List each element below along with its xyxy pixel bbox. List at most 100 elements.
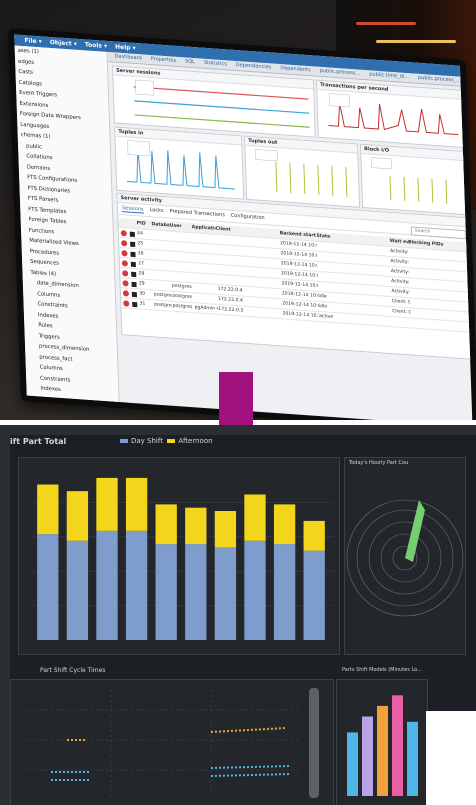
terminate-icon[interactable] <box>131 291 137 297</box>
activity-tab-1[interactable]: Locks <box>150 207 164 215</box>
cancel-query-icon[interactable] <box>121 249 128 257</box>
bar-afternoon <box>155 504 177 545</box>
cell: Activity: BgWriterMain <box>390 258 409 267</box>
bar-day-shift <box>244 540 266 640</box>
cancel-query-icon[interactable] <box>121 259 128 267</box>
bar-afternoon <box>125 477 148 531</box>
block-io-chart <box>371 157 448 204</box>
row-actions <box>120 268 139 278</box>
tuples-out-chart <box>255 149 348 197</box>
bar-chart-title: ift Part Total <box>10 437 67 446</box>
cell: postgres <box>154 302 173 309</box>
cancel-query-icon[interactable] <box>120 229 127 236</box>
cell <box>193 263 217 274</box>
cell <box>193 273 217 284</box>
row-actions <box>119 228 138 238</box>
bar-day-shift <box>214 547 237 640</box>
cancel-query-icon[interactable] <box>122 269 129 277</box>
models-bars <box>347 695 418 796</box>
cell: PID <box>136 221 146 227</box>
legend-day-shift: Day Shift <box>131 437 163 445</box>
cell <box>192 233 216 244</box>
cell <box>392 317 411 327</box>
terminate-icon[interactable] <box>130 251 136 257</box>
cell: Activity: AutoVacuumMain <box>391 279 410 287</box>
bar-day-shift <box>66 540 89 640</box>
cell: 27 <box>138 261 145 267</box>
cancel-query-icon[interactable] <box>122 279 129 287</box>
model-bar <box>362 716 373 796</box>
bar-afternoon <box>96 477 118 531</box>
cycle-times-chart <box>10 679 334 805</box>
tuples-in-panel: Tuples in <box>114 126 245 200</box>
row-actions <box>121 288 140 298</box>
object-browser-tree: ases (1) edges Casts Catalogs Event Triggers… <box>14 45 120 403</box>
tab-6[interactable]: public.process... <box>317 67 364 79</box>
bar-afternoon <box>214 511 237 548</box>
cell: postgres <box>153 292 173 299</box>
bar-afternoon <box>185 507 207 545</box>
bar-day-shift <box>37 534 59 640</box>
cell: User <box>169 223 182 230</box>
activity-tab-3[interactable]: Configuration <box>231 213 265 222</box>
legend-afternoon: Afternoon <box>178 437 213 445</box>
laptop-photo: File ▾ Object ▾ Tools ▾ Help ▾ ases (1) e… <box>0 0 476 420</box>
menu-file[interactable]: File ▾ <box>24 37 42 45</box>
cell: Client: ClientRead <box>391 299 411 307</box>
model-bar <box>407 721 418 796</box>
cell: 25 <box>137 241 144 247</box>
cell <box>152 230 171 240</box>
menu-help[interactable]: Help ▾ <box>115 44 136 52</box>
screenshot-collage: File ▾ Object ▾ Tools ▾ Help ▾ ases (1) e… <box>0 0 476 805</box>
terminate-icon[interactable] <box>130 241 136 247</box>
terminate-icon[interactable] <box>129 231 135 237</box>
cell <box>193 253 217 264</box>
tps-panel: Transactions per second <box>315 79 470 149</box>
tab-2[interactable]: SQL <box>182 57 198 67</box>
cell <box>152 240 171 250</box>
menu-tools[interactable]: Tools ▾ <box>85 41 108 50</box>
bar-afternoon <box>66 491 89 541</box>
tps-chart <box>328 93 459 136</box>
dashboard-area: Dashboard Properties SQL Statistics Dependen… <box>107 51 473 420</box>
terminate-icon[interactable] <box>130 261 136 267</box>
radar-title: Today's Hourly Part Cou <box>349 460 409 466</box>
cell: Wait event <box>389 238 409 246</box>
cell <box>171 272 193 283</box>
cell: postgres <box>171 283 192 291</box>
cell: 2019-12-14 10:10:02 UTC <box>282 311 320 320</box>
tab-5[interactable]: Dependents <box>277 64 314 76</box>
activity-tab-2[interactable]: Prepared Transactions <box>170 208 225 219</box>
tuples-out-panel: Tuples out <box>244 135 361 208</box>
tab-4[interactable]: Dependencies <box>233 61 275 73</box>
cell: Activity: LogicalLauncherMain <box>391 289 410 297</box>
tab-7[interactable]: public.time_di... <box>366 70 412 82</box>
menu-object[interactable]: Object ▾ <box>50 39 77 48</box>
laptop-screen-bezel: File ▾ Object ▾ Tools ▾ Help ▾ ases (1) e… <box>8 28 476 420</box>
tab-1[interactable]: Properties <box>148 55 180 66</box>
cycle-title: Part Shift Cycle Times <box>40 667 106 674</box>
row-actions <box>118 218 137 228</box>
models-title: Parts Shift Models (Minutes Lo... <box>342 667 422 673</box>
terminate-icon[interactable] <box>132 301 138 307</box>
bar-afternoon <box>244 494 266 541</box>
cell <box>170 231 192 242</box>
tab-0[interactable]: Dashboard <box>112 52 145 63</box>
cancel-query-icon[interactable] <box>123 299 130 307</box>
cancel-query-icon[interactable] <box>121 239 128 246</box>
activity-tab-0[interactable]: Sessions <box>121 205 144 214</box>
cancel-query-icon[interactable] <box>122 289 129 297</box>
cell: 24 <box>137 231 144 237</box>
tuples-in-chart <box>126 140 235 190</box>
pgadmin-window: File ▾ Object ▾ Tools ▾ Help ▾ ases (1) e… <box>14 34 473 420</box>
cell: Database <box>151 222 170 229</box>
cell <box>194 283 218 294</box>
cell <box>192 243 216 254</box>
cell <box>170 242 192 253</box>
terminate-icon[interactable] <box>131 281 137 287</box>
tab-3[interactable]: Statistics <box>201 59 230 70</box>
block-io-panel: Block I/O <box>359 143 473 216</box>
row-actions <box>121 298 140 308</box>
terminate-icon[interactable] <box>131 271 137 277</box>
shift-total-bars <box>33 477 333 640</box>
